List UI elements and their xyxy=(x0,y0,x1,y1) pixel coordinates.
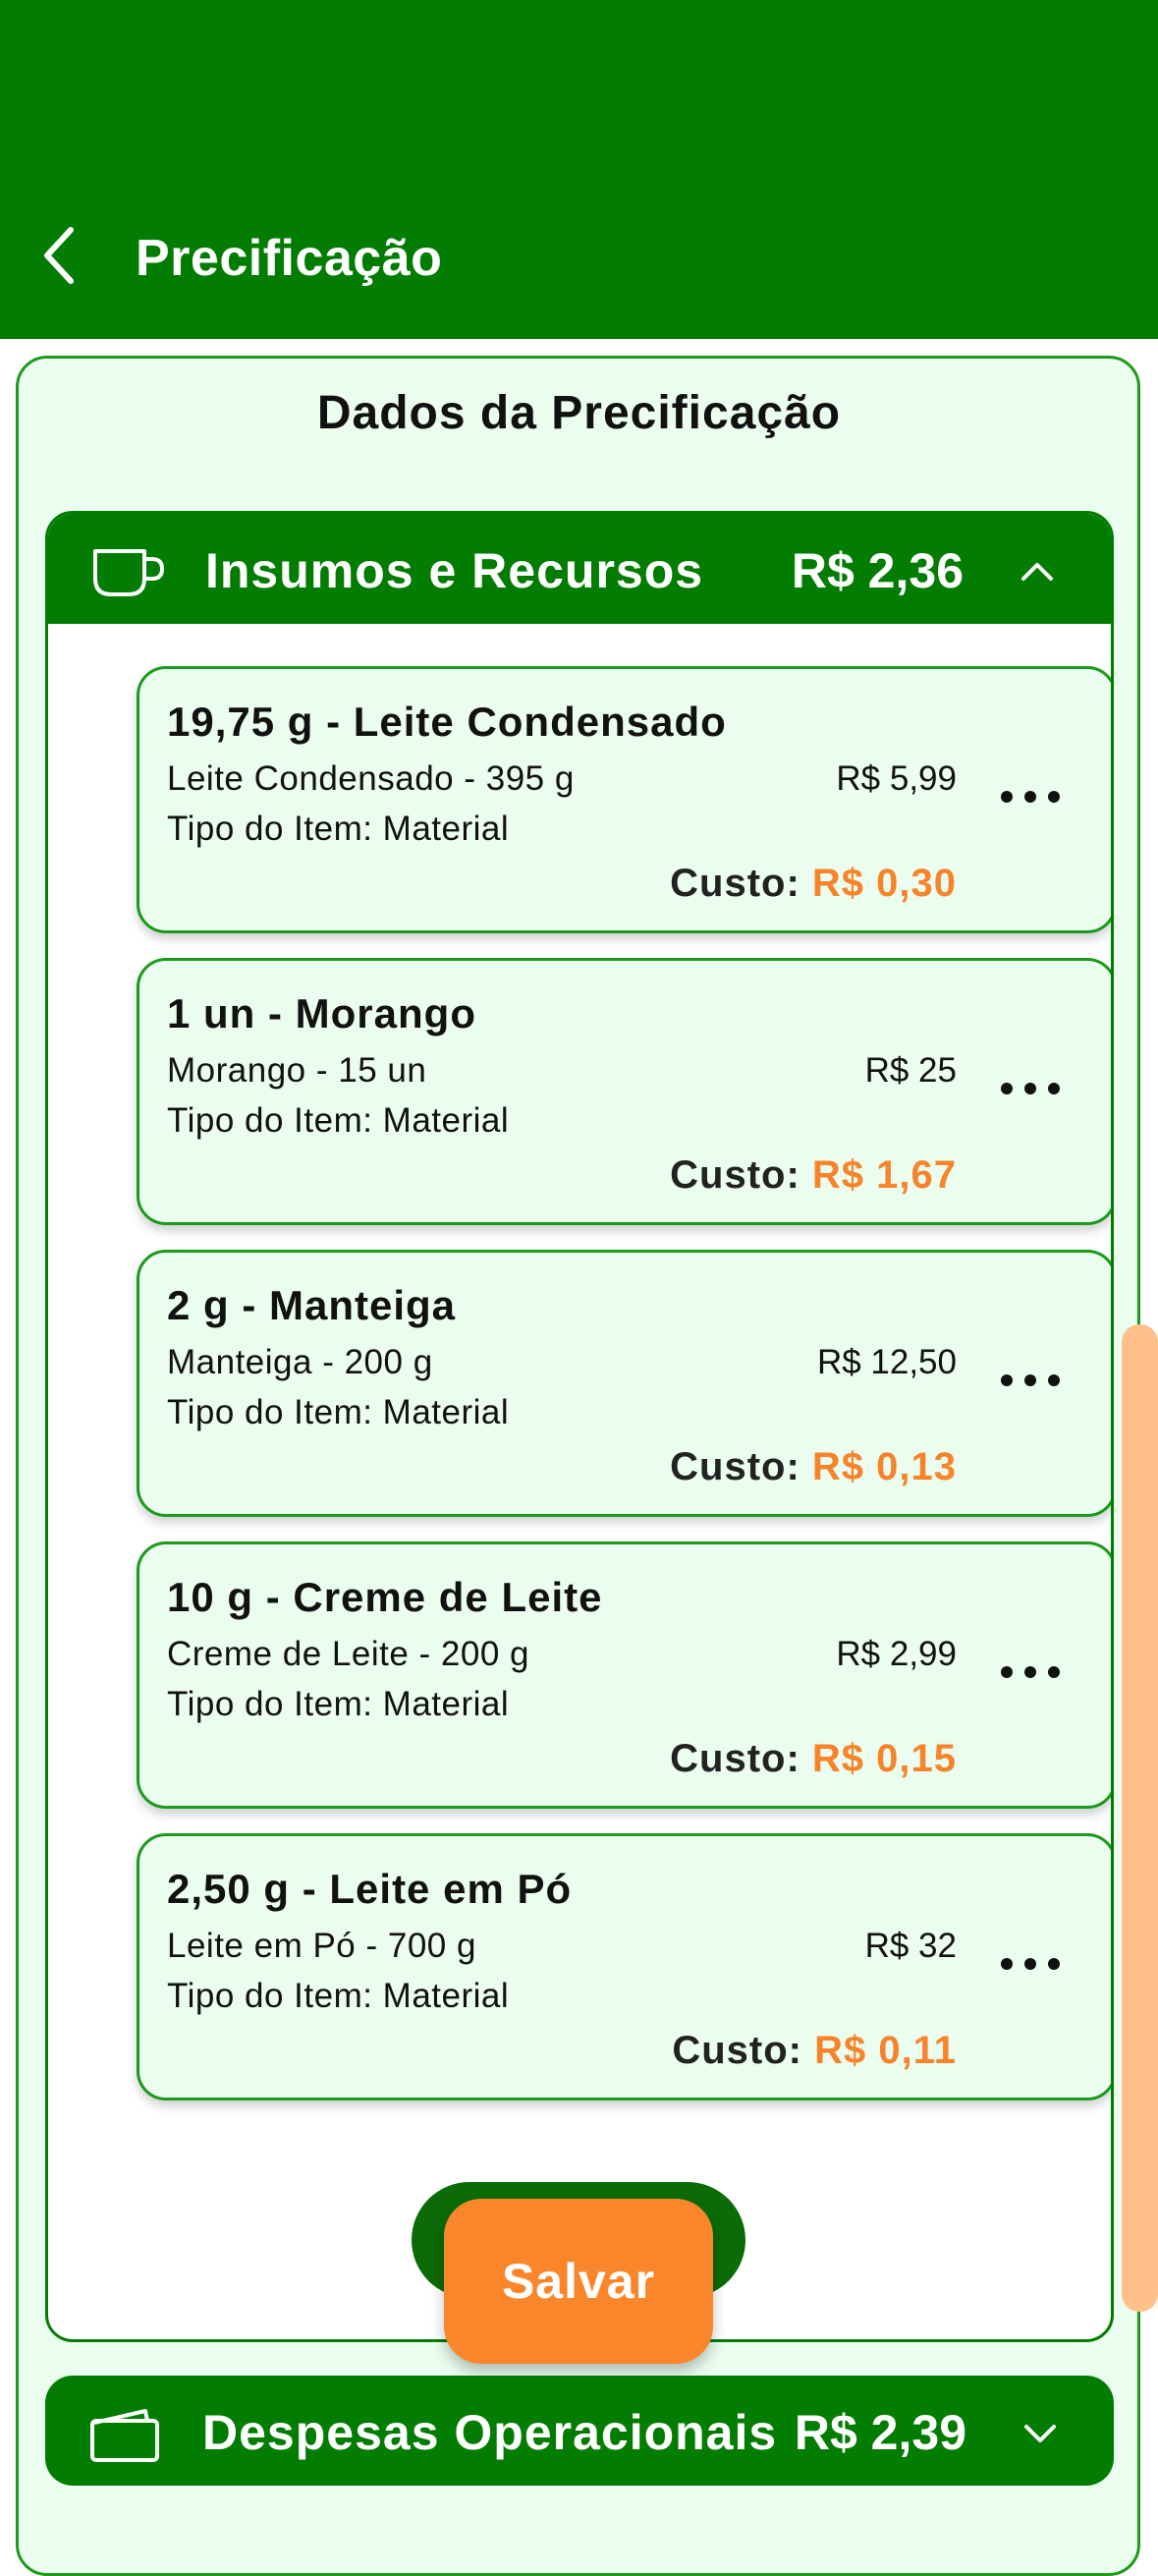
list-item[interactable]: 1 un - Morango Morango - 15 un R$ 25 Tip… xyxy=(137,958,1111,1225)
item-cost: Custo: R$ 0,30 xyxy=(670,862,957,906)
item-title: 2 g - Manteiga xyxy=(167,1282,457,1328)
item-description: Manteiga - 200 g xyxy=(167,1343,433,1381)
list-item[interactable]: 10 g - Creme de Leite Creme de Leite - 2… xyxy=(137,1541,1111,1809)
item-price: R$ 5,99 xyxy=(836,759,957,798)
cost-value: R$ 0,13 xyxy=(811,1445,957,1488)
cost-label: Custo: xyxy=(670,862,800,905)
save-button[interactable]: Salvar xyxy=(444,2199,713,2364)
page-title: Precificação xyxy=(136,230,443,287)
section-total: R$ 2,39 xyxy=(794,2405,966,2460)
cup-icon xyxy=(93,549,165,596)
item-type: Tipo do Item: Material xyxy=(167,1685,510,1723)
scrollbar[interactable] xyxy=(1122,1324,1158,2312)
more-options-icon[interactable] xyxy=(1001,777,1060,816)
item-price: R$ 25 xyxy=(864,1051,957,1090)
item-title: 2,50 g - Leite em Pó xyxy=(167,1866,573,1912)
cost-value: R$ 0,11 xyxy=(814,2029,957,2072)
item-cost: Custo: R$ 0,11 xyxy=(672,2029,957,2073)
panel-title: Dados da Precificação xyxy=(316,387,842,439)
cost-value: R$ 0,30 xyxy=(811,862,957,905)
more-options-icon[interactable] xyxy=(1001,1069,1060,1108)
item-title: 19,75 g - Leite Condensado xyxy=(167,699,727,745)
more-options-icon[interactable] xyxy=(1001,1361,1060,1400)
item-type: Tipo do Item: Material xyxy=(167,810,510,848)
cost-value: R$ 1,67 xyxy=(811,1153,957,1197)
item-type: Tipo do Item: Material xyxy=(167,1101,510,1140)
list-item[interactable]: 2 g - Manteiga Manteiga - 200 g R$ 12,50… xyxy=(137,1250,1111,1517)
item-description: Creme de Leite - 200 g xyxy=(167,1635,529,1673)
chevron-left-icon xyxy=(44,227,74,284)
item-price: R$ 32 xyxy=(864,1927,957,1965)
item-title: 1 un - Morango xyxy=(167,990,476,1036)
item-title: 10 g - Creme de Leite xyxy=(167,1574,603,1620)
item-cost: Custo: R$ 1,67 xyxy=(670,1153,957,1198)
section-title: Despesas Operacionais xyxy=(202,2405,778,2460)
list-item[interactable]: 2,50 g - Leite em Pó Leite em Pó - 700 g… xyxy=(137,1833,1111,2100)
back-button[interactable] xyxy=(29,221,88,290)
item-description: Leite em Pó - 700 g xyxy=(167,1927,476,1965)
section-header-despesas[interactable]: Despesas Operacionais R$ 2,39 xyxy=(45,2376,1114,2486)
item-type: Tipo do Item: Material xyxy=(167,1977,510,2015)
item-price: R$ 12,50 xyxy=(816,1343,957,1381)
cost-label: Custo: xyxy=(670,1737,800,1780)
section-total: R$ 2,36 xyxy=(791,543,964,598)
chevron-up-icon[interactable] xyxy=(1018,551,1057,590)
cost-label: Custo: xyxy=(670,1153,800,1197)
cost-label: Custo: xyxy=(672,2029,802,2072)
chevron-down-icon[interactable] xyxy=(1020,2413,1060,2452)
section-header-insumos[interactable]: Insumos e Recursos R$ 2,36 xyxy=(48,514,1111,624)
wallet-icon xyxy=(90,2409,159,2462)
item-cost: Custo: R$ 0,15 xyxy=(670,1737,957,1781)
item-price: R$ 2,99 xyxy=(836,1635,957,1673)
more-options-icon[interactable] xyxy=(1001,1652,1060,1692)
section-insumos: Insumos e Recursos R$ 2,36 19,75 g - Lei… xyxy=(45,511,1114,2342)
cost-label: Custo: xyxy=(670,1445,800,1488)
item-description: Morango - 15 un xyxy=(167,1051,427,1090)
section-title: Insumos e Recursos xyxy=(205,543,704,598)
cost-value: R$ 0,15 xyxy=(811,1737,957,1780)
item-type: Tipo do Item: Material xyxy=(167,1393,510,1431)
list-item[interactable]: 19,75 g - Leite Condensado Leite Condens… xyxy=(137,666,1111,933)
item-description: Leite Condensado - 395 g xyxy=(167,759,575,798)
more-options-icon[interactable] xyxy=(1001,1944,1060,1984)
item-cost: Custo: R$ 0,13 xyxy=(670,1445,957,1489)
